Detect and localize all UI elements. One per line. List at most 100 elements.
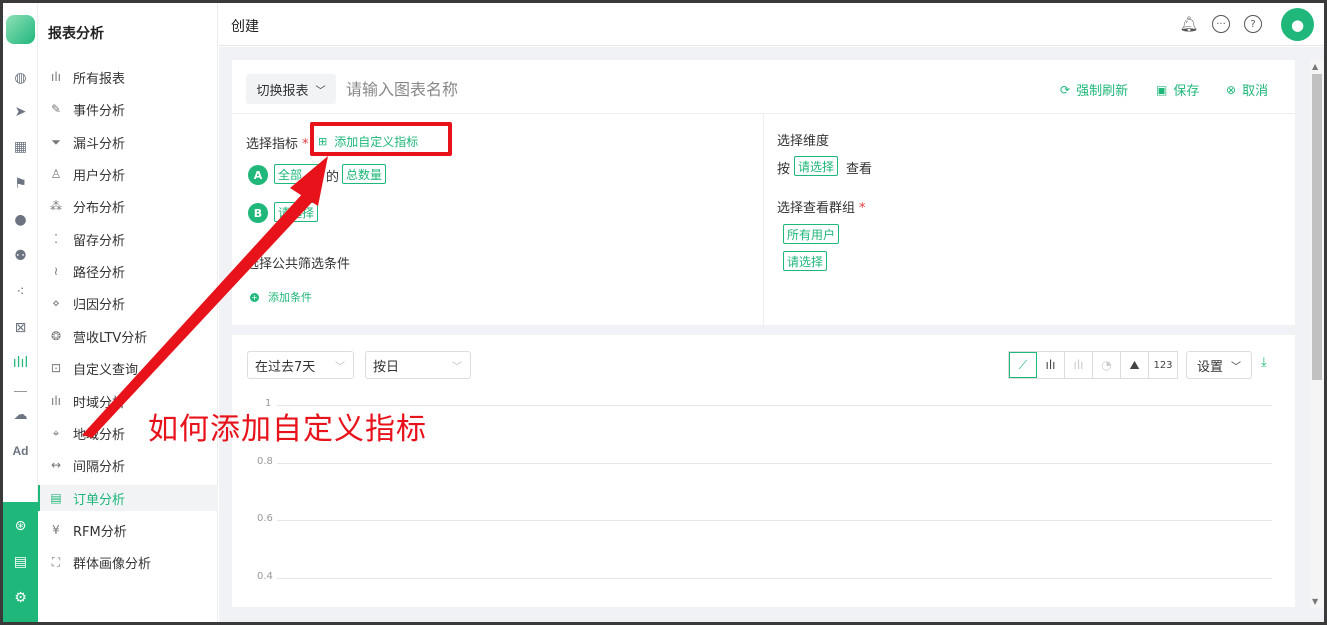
annotation-highlight-box — [310, 122, 452, 156]
message-icon[interactable]: ··· — [1212, 15, 1230, 33]
dashboard-icon[interactable]: ◍ — [3, 68, 38, 88]
save-icon: ▣ — [1156, 82, 1168, 97]
page-title: 创建 — [231, 19, 259, 35]
sidebar-item[interactable]: ♙ 用户分析 — [38, 161, 218, 187]
force-refresh-button[interactable]: ⟳ 强制刷新 — [1060, 80, 1128, 100]
filter-label: 选择公共筛选条件 — [246, 257, 351, 272]
sidebar-item[interactable]: ⊡ 自定义查询 — [38, 355, 218, 381]
date-range-select[interactable]: 在过去7天 ﹀ — [247, 351, 354, 379]
chart-name-input[interactable] — [346, 78, 646, 100]
sidebar-item-label: 订单分析 — [73, 492, 126, 508]
bar-chart-icon: ılı — [50, 70, 61, 84]
close-icon: ⊗ — [1226, 82, 1237, 97]
sidebar-item[interactable]: ⁂ 分布分析 — [38, 193, 218, 219]
person-icon[interactable]: ● — [3, 210, 38, 230]
report-icon[interactable]: ılıl — [3, 353, 38, 373]
number-view-button[interactable]: 123 — [1149, 352, 1177, 378]
sidebar-item[interactable]: ≀ 路径分析 — [38, 258, 218, 284]
send-icon[interactable]: ➤ — [3, 102, 38, 122]
vertical-scrollbar[interactable]: ▲ ▼ — [1310, 60, 1324, 608]
grid-line — [277, 577, 1272, 579]
sidebar-item[interactable]: ¥ RFM分析 — [38, 517, 218, 543]
y-tick-label: 0.8 — [257, 455, 273, 467]
sidebar-item-label: 自定义查询 — [73, 362, 139, 378]
scroll-thumb[interactable] — [1312, 74, 1322, 380]
sidebar-item[interactable]: ılı 所有报表 — [38, 64, 218, 90]
bell-icon[interactable]: 🔔︎ — [1179, 15, 1198, 33]
dimension-select[interactable]: 请选择 — [794, 156, 839, 176]
granularity-select[interactable]: 按日 ﹀ — [365, 351, 471, 379]
pie-chart-icon[interactable]: ◔ — [1093, 352, 1121, 378]
sidebar-item-label: 地域分析 — [73, 427, 126, 443]
sidebar-item-label: 漏斗分析 — [73, 136, 126, 152]
bar-chart-icon[interactable]: ılı — [1037, 352, 1065, 378]
sidebar-item[interactable]: ⛶ 群体画像分析 — [38, 549, 218, 575]
wechat-icon[interactable]: ☁ — [3, 405, 38, 425]
chevron-down-icon: ﹀ — [1231, 361, 1242, 373]
refresh-icon: ⟳ — [1060, 82, 1071, 97]
rail-bottom: ⊛ ▤ ⚙ — [3, 502, 38, 622]
server-icon[interactable]: ▤ — [3, 552, 38, 572]
sidebar-item-label: 路径分析 — [73, 265, 126, 281]
chart-type-switcher: ⟋ ılı ılı ◔ ⛰ 123 — [1008, 351, 1178, 379]
group-select[interactable]: 请选择 — [783, 251, 828, 271]
integration-icon[interactable]: ⊛ — [3, 516, 38, 536]
metric-label: 选择指标 * — [246, 137, 309, 152]
sidebar-item[interactable]: ⁚ 留存分析 — [38, 226, 218, 252]
group-all-users-tag[interactable]: 所有用户 — [783, 224, 840, 244]
bookmark-icon[interactable]: ⊠ — [3, 318, 38, 338]
funnel-icon: ⏷ — [51, 134, 61, 149]
stacked-bar-icon[interactable]: ılı — [1065, 352, 1093, 378]
area-chart-icon[interactable]: ⛰ — [1121, 352, 1149, 378]
scroll-up-icon[interactable]: ▲ — [1312, 62, 1318, 71]
metric-b-select[interactable]: 请选择 — [274, 202, 319, 222]
sidebar-item-label: 时域分析 — [73, 395, 126, 411]
line-chart-icon[interactable]: ⟋ — [1009, 352, 1037, 378]
metric-a-aggregate-select[interactable]: 总数量 — [342, 164, 387, 184]
download-icon[interactable]: ⤓ — [1261, 355, 1267, 370]
chevron-down-icon: ﹀ — [452, 361, 462, 373]
metric-b-badge: B — [248, 203, 268, 223]
app-logo[interactable] — [6, 15, 35, 44]
save-button[interactable]: ▣ 保存 — [1156, 80, 1199, 100]
sidebar-item-label: 用户分析 — [73, 168, 126, 184]
sidebar-item[interactable]: ⏷ 漏斗分析 — [38, 129, 218, 155]
y-tick-label: 0.6 — [257, 513, 273, 524]
sidebar-item[interactable]: ❂ 营收LTV分析 — [38, 323, 218, 349]
grid-line — [277, 520, 1272, 521]
sidebar-item-label: 营收LTV分析 — [73, 330, 148, 346]
view-text: 查看 — [846, 162, 873, 177]
avatar[interactable]: ● — [1281, 8, 1314, 41]
sidebar-item-label: 所有报表 — [73, 71, 126, 87]
metric-a-of-text: 的 — [326, 170, 340, 185]
scroll-down-icon[interactable]: ▼ — [1312, 597, 1318, 606]
chevron-down-icon: ﹀ — [335, 361, 345, 373]
portrait-icon: ⛶ — [51, 554, 61, 569]
cancel-button[interactable]: ⊗ 取消 — [1226, 80, 1268, 100]
sidebar-item-label: RFM分析 — [73, 524, 127, 540]
flag-icon[interactable]: ⚑ — [3, 174, 38, 194]
sidebar-item-label: 留存分析 — [73, 233, 126, 249]
metric-a-event-select[interactable]: 全部 — [274, 164, 320, 184]
add-condition-button[interactable]: + 添加条件 — [250, 289, 312, 305]
settings-gear-icon[interactable]: ⚙ — [3, 588, 38, 608]
settings-dropdown[interactable]: 设置 ﹀ — [1186, 351, 1252, 379]
switch-report-button[interactable]: 切换报表 ﹀ — [246, 74, 336, 104]
sidebar-item[interactable]: ✎ 事件分析 — [38, 96, 218, 122]
by-text: 按 — [777, 162, 791, 177]
sidebar-item[interactable]: ↔ 间隔分析 — [38, 452, 218, 478]
ad-icon[interactable]: Ad — [3, 441, 38, 461]
sidebar-item-label: 分布分析 — [73, 200, 126, 216]
help-icon[interactable]: ? — [1244, 15, 1262, 33]
plus-icon: + — [250, 292, 259, 302]
cluster-icon[interactable]: ⁖ — [3, 282, 38, 302]
chevron-down-icon: ﹀ — [315, 85, 326, 97]
retention-icon: ⁚ — [54, 232, 58, 246]
y-tick-label: 0.4 — [257, 570, 273, 582]
grid-line — [277, 462, 1272, 464]
layout-icon[interactable]: ▦ — [3, 137, 38, 157]
users-icon[interactable]: ⚉ — [3, 246, 38, 266]
sidebar-item[interactable]: ▤ 订单分析 — [38, 485, 218, 511]
order-icon: ▤ — [50, 491, 62, 505]
sidebar-item[interactable]: ⋄ 归因分析 — [38, 290, 218, 316]
